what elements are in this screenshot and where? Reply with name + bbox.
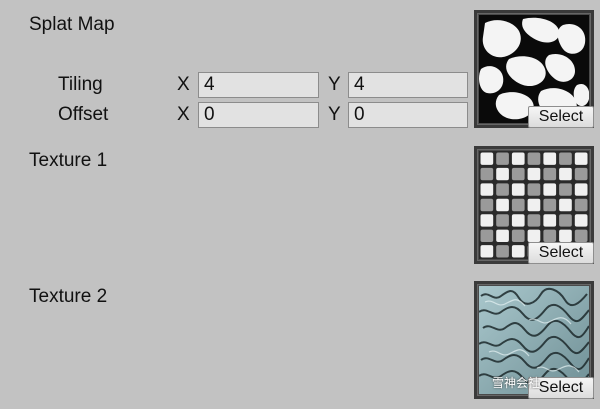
checker-tile bbox=[559, 183, 572, 196]
checker-tile bbox=[496, 229, 509, 242]
tiling-y-axis-label: Y bbox=[328, 74, 341, 95]
texture-1-thumbnail[interactable]: Select bbox=[474, 146, 594, 264]
checker-tile bbox=[496, 198, 509, 212]
checker-tile bbox=[574, 229, 588, 242]
checker-tile bbox=[527, 229, 541, 242]
splat-map-label: Splat Map bbox=[29, 14, 115, 35]
checker-tile bbox=[574, 167, 588, 181]
offset-x-axis-label: X bbox=[177, 104, 190, 125]
checker-tile bbox=[480, 245, 494, 258]
offset-y-field[interactable] bbox=[348, 102, 468, 128]
tiling-x-axis-label: X bbox=[177, 74, 190, 95]
texture-1-select-button[interactable]: Select bbox=[528, 242, 594, 264]
checker-tile bbox=[559, 198, 572, 212]
checker-tile bbox=[543, 229, 557, 242]
checker-tile bbox=[496, 167, 509, 181]
checker-tile bbox=[543, 167, 557, 181]
checker-tile bbox=[496, 214, 509, 227]
tiling-x-field[interactable] bbox=[198, 72, 319, 98]
checker-tile bbox=[559, 167, 572, 181]
checker-tile bbox=[480, 229, 494, 242]
checker-tile bbox=[511, 183, 525, 196]
checker-tile bbox=[543, 183, 557, 196]
checker-tile bbox=[511, 198, 525, 212]
offset-y-axis-label: Y bbox=[328, 104, 341, 125]
checker-tile bbox=[574, 214, 588, 227]
checker-tile bbox=[480, 167, 494, 181]
checker-tile bbox=[496, 152, 509, 165]
texture-1-label: Texture 1 bbox=[29, 150, 108, 171]
checker-tile bbox=[511, 167, 525, 181]
checker-tile bbox=[527, 183, 541, 196]
checker-tile bbox=[574, 183, 588, 196]
checker-tile bbox=[480, 183, 494, 196]
checker-tile bbox=[543, 214, 557, 227]
checker-tile bbox=[480, 198, 494, 212]
checker-tile bbox=[559, 214, 572, 227]
tiling-y-field[interactable] bbox=[348, 72, 468, 98]
checker-tile bbox=[559, 152, 572, 165]
checker-tile bbox=[511, 245, 525, 258]
checker-tile bbox=[480, 214, 494, 227]
texture-2-label: Texture 2 bbox=[29, 286, 108, 307]
splat-map-select-button[interactable]: Select bbox=[528, 106, 594, 128]
checker-tile bbox=[527, 214, 541, 227]
watermark-text: 雪神会社 bbox=[492, 376, 541, 390]
checker-tile bbox=[543, 152, 557, 165]
checker-tile bbox=[527, 167, 541, 181]
checker-tile bbox=[480, 152, 494, 165]
checker-tile bbox=[511, 152, 525, 165]
checker-tile bbox=[496, 183, 509, 196]
checker-tile bbox=[543, 198, 557, 212]
checker-tile bbox=[511, 214, 525, 227]
checker-tile bbox=[496, 245, 509, 258]
checker-tile bbox=[511, 229, 525, 242]
checker-tile bbox=[559, 229, 572, 242]
checker-tile bbox=[574, 152, 588, 165]
tiling-label: Tiling bbox=[58, 74, 103, 95]
offset-x-field[interactable] bbox=[198, 102, 319, 128]
checker-tile bbox=[527, 152, 541, 165]
checker-tile bbox=[574, 198, 588, 212]
offset-label: Offset bbox=[58, 104, 109, 125]
checker-tile bbox=[527, 198, 541, 212]
splat-map-thumbnail[interactable]: Select bbox=[474, 10, 594, 128]
